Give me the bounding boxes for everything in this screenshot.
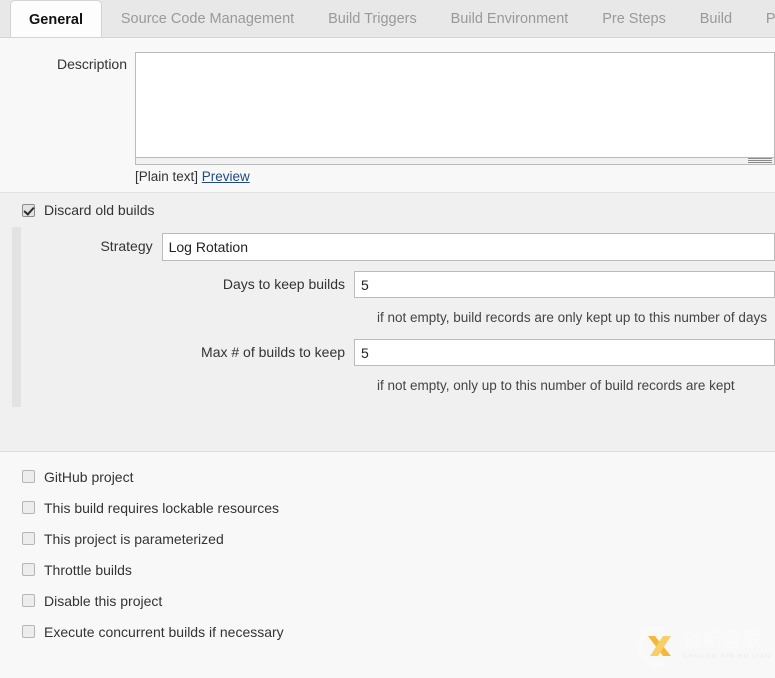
option-parameterized[interactable]: This project is parameterized — [22, 523, 775, 554]
strategy-row: Strategy — [31, 227, 775, 271]
tab-pre-steps[interactable]: Pre Steps — [587, 0, 681, 38]
days-to-keep-builds-help: if not empty, build records are only kep… — [31, 304, 775, 339]
concurrent-builds-label: Execute concurrent builds if necessary — [44, 624, 284, 640]
discard-old-builds-details: Strategy Days to keep builds if not empt… — [12, 227, 775, 407]
description-textarea-wrap: [Plain text] Preview — [135, 52, 775, 192]
option-github-project[interactable]: GitHub project — [22, 461, 775, 492]
description-row: Description [Plain text] Preview — [0, 52, 775, 192]
tab-post-steps[interactable]: Post Ste — [751, 0, 775, 38]
github-project-label: GitHub project — [44, 469, 133, 485]
plain-text-label: [Plain text] — [135, 169, 198, 184]
option-lockable-resources[interactable]: This build requires lockable resources — [22, 492, 775, 523]
days-to-keep-builds-input[interactable] — [354, 271, 775, 298]
tab-build-environment-label: Build Environment — [451, 11, 569, 27]
days-to-keep-builds-row: Days to keep builds — [31, 271, 775, 304]
tab-post-steps-label: Post Ste — [766, 11, 775, 27]
config-tab-bar: General Source Code Management Build Tri… — [0, 0, 775, 38]
watermark-pinyin: CHUANG XIN HU LIAN — [683, 654, 771, 661]
days-to-keep-builds-label: Days to keep builds — [31, 271, 354, 292]
option-disable-project[interactable]: Disable this project — [22, 585, 775, 616]
resize-grip-icon[interactable] — [748, 158, 772, 164]
preview-link[interactable]: Preview — [202, 169, 250, 184]
tab-build-environment[interactable]: Build Environment — [436, 0, 584, 38]
max-builds-to-keep-row: Max # of builds to keep — [31, 339, 775, 372]
project-options-list: GitHub project This build requires locka… — [0, 452, 775, 647]
tab-build-label: Build — [700, 11, 732, 27]
tab-build[interactable]: Build — [685, 0, 747, 38]
lockable-resources-checkbox[interactable] — [22, 501, 35, 514]
discard-old-builds-label: Discard old builds — [44, 202, 155, 218]
disable-project-label: Disable this project — [44, 593, 162, 609]
description-input[interactable] — [135, 52, 775, 158]
tab-general-label: General — [29, 12, 83, 28]
strategy-select[interactable] — [162, 233, 775, 261]
throttle-builds-label: Throttle builds — [44, 562, 132, 578]
description-label: Description — [0, 52, 135, 72]
strategy-label: Strategy — [31, 233, 162, 254]
max-builds-to-keep-input[interactable] — [354, 339, 775, 366]
tab-source-code-management-label: Source Code Management — [121, 11, 294, 27]
tab-general[interactable]: General — [10, 0, 102, 38]
concurrent-builds-checkbox[interactable] — [22, 625, 35, 638]
tab-build-triggers[interactable]: Build Triggers — [313, 0, 432, 38]
description-section: Description [Plain text] Preview — [0, 38, 775, 193]
parameterized-label: This project is parameterized — [44, 531, 224, 547]
max-builds-to-keep-label: Max # of builds to keep — [31, 339, 354, 360]
option-concurrent-builds[interactable]: Execute concurrent builds if necessary — [22, 616, 775, 647]
config-form: Description [Plain text] Preview Discard… — [0, 38, 775, 678]
description-resize-bar — [135, 158, 775, 165]
tab-source-code-management[interactable]: Source Code Management — [106, 0, 309, 38]
lockable-resources-label: This build requires lockable resources — [44, 500, 279, 516]
description-markup-row: [Plain text] Preview — [135, 165, 775, 192]
discard-old-builds-section: Discard old builds Strategy Days to keep… — [0, 193, 775, 452]
github-project-checkbox[interactable] — [22, 470, 35, 483]
discard-old-builds-checkbox[interactable] — [22, 204, 35, 217]
option-throttle-builds[interactable]: Throttle builds — [22, 554, 775, 585]
tab-build-triggers-label: Build Triggers — [328, 11, 417, 27]
disable-project-checkbox[interactable] — [22, 594, 35, 607]
throttle-builds-checkbox[interactable] — [22, 563, 35, 576]
tab-pre-steps-label: Pre Steps — [602, 11, 666, 27]
max-builds-to-keep-help: if not empty, only up to this number of … — [31, 372, 775, 407]
discard-old-builds-row[interactable]: Discard old builds — [0, 193, 775, 227]
parameterized-checkbox[interactable] — [22, 532, 35, 545]
